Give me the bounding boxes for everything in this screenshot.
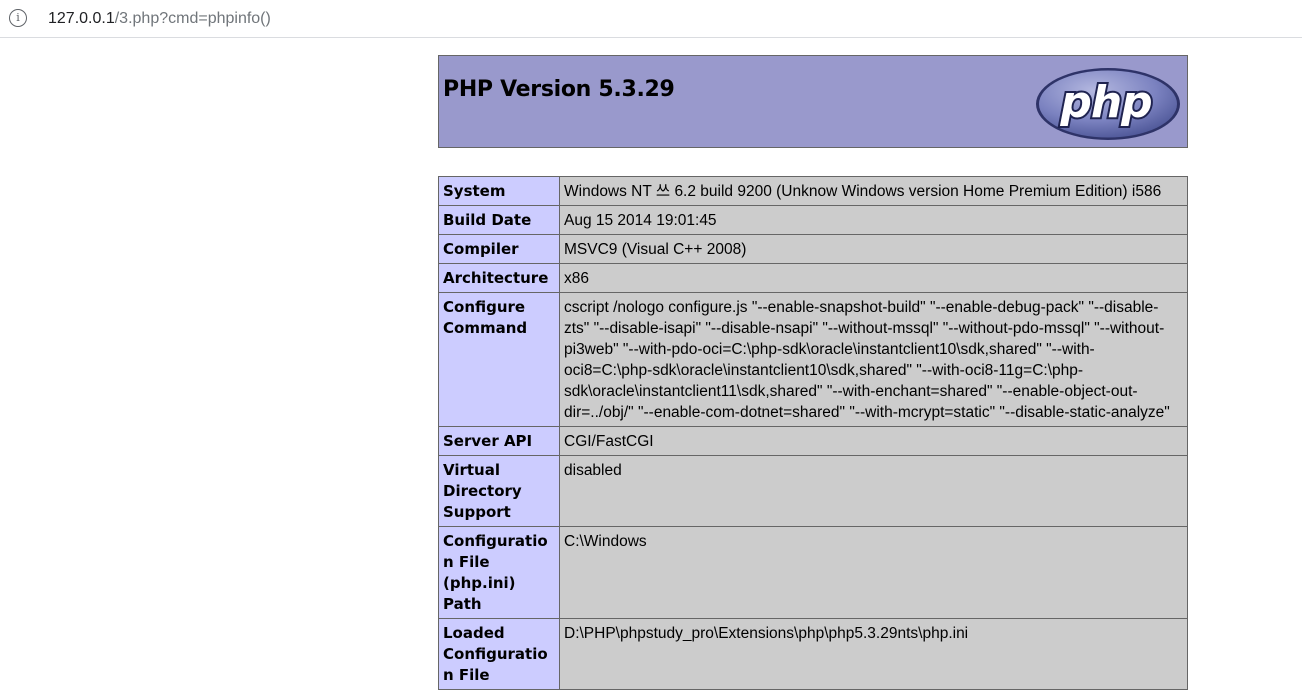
table-row: Compiler MSVC9 (Visual C++ 2008): [438, 234, 1188, 264]
url-host: 127.0.0.1: [48, 10, 115, 27]
row-value: cscript /nologo configure.js "--enable-s…: [559, 292, 1188, 427]
table-row: System Windows NT 쓰 6.2 build 9200 (Unkno…: [438, 176, 1188, 206]
table-row: Configuration File (php.ini) Path C:\Wind…: [438, 526, 1188, 619]
phpinfo-content: PHP Version 5.3.29 php System Windows NT …: [438, 55, 1188, 690]
url-text[interactable]: 127.0.0.1/3.php?cmd=phpinfo(): [48, 9, 271, 29]
row-value: D:\PHP\phpstudy_pro\Extensions\php\php5.…: [559, 618, 1188, 690]
phpinfo-header: PHP Version 5.3.29 php: [438, 55, 1188, 148]
table-row: Configure Command cscript /nologo configu…: [438, 292, 1188, 427]
row-key: System: [438, 176, 560, 206]
row-key: Configure Command: [438, 292, 560, 427]
row-value: disabled: [559, 455, 1188, 527]
table-row: Virtual Directory Support disabled: [438, 455, 1188, 527]
row-value: x86: [559, 263, 1188, 293]
page-title: PHP Version 5.3.29: [443, 77, 675, 102]
table-row: Build Date Aug 15 2014 19:01:45: [438, 205, 1188, 235]
row-key: Virtual Directory Support: [438, 455, 560, 527]
logo-text: php: [1059, 77, 1151, 128]
row-value: C:\Windows: [559, 526, 1188, 619]
row-key: Loaded Configuration File: [438, 618, 560, 690]
table-row: Server API CGI/FastCGI: [438, 426, 1188, 456]
table-row: Loaded Configuration File D:\PHP\phpstudy…: [438, 618, 1188, 690]
row-value: Windows NT 쓰 6.2 build 9200 (Unknow Wind…: [559, 176, 1188, 206]
info-icon[interactable]: i: [9, 9, 27, 27]
row-key: Configuration File (php.ini) Path: [438, 526, 560, 619]
row-key: Architecture: [438, 263, 560, 293]
row-key: Build Date: [438, 205, 560, 235]
table-row: Architecture x86: [438, 263, 1188, 293]
url-path: /3.php?cmd=phpinfo(): [114, 10, 271, 27]
row-value: CGI/FastCGI: [559, 426, 1188, 456]
row-key: Compiler: [438, 234, 560, 264]
row-value: MSVC9 (Visual C++ 2008): [559, 234, 1188, 264]
row-value: Aug 15 2014 19:01:45: [559, 205, 1188, 235]
php-logo-icon[interactable]: php: [1034, 66, 1182, 142]
row-key: Server API: [438, 426, 560, 456]
info-table: System Windows NT 쓰 6.2 build 9200 (Unkno…: [438, 176, 1188, 690]
address-bar[interactable]: i 127.0.0.1/3.php?cmd=phpinfo(): [0, 0, 1302, 38]
